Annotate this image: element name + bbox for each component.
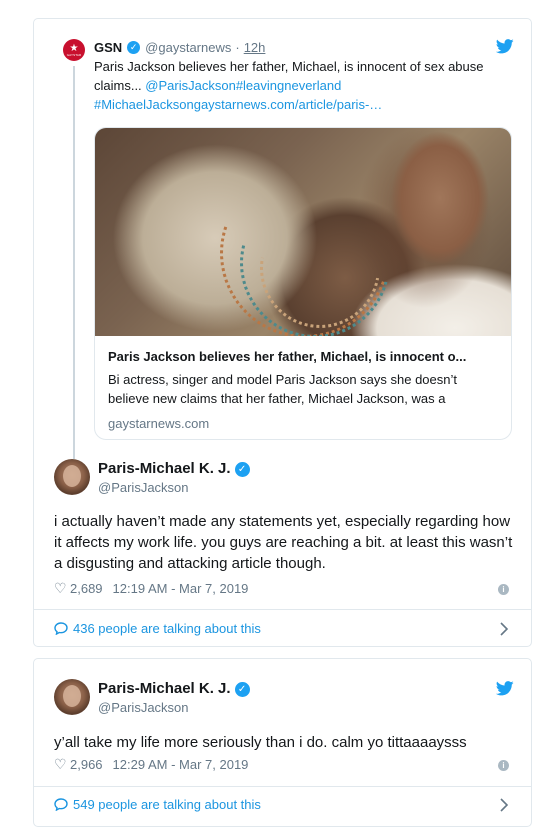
star-icon: ★ — [69, 42, 79, 54]
tweet1-meta: ♡ 2,689 12:19 AM - Mar 7, 2019 — [54, 580, 248, 597]
author-name[interactable]: Paris-Michael K. J. — [98, 680, 231, 698]
conversation-link[interactable]: 549 people are talking about this — [54, 797, 261, 812]
tweet-embed-card-1: ★ GAYSTAR GSN ✓ @gaystarnews · 12h Paris… — [33, 18, 532, 647]
hashtag-link-1[interactable]: #leavingneverland — [236, 78, 342, 93]
heart-icon[interactable]: ♡ — [54, 756, 68, 773]
tweet2-meta: ♡ 2,966 12:29 AM - Mar 7, 2019 — [54, 756, 248, 773]
quoted-tweet-text: Paris Jackson believes her father, Micha… — [94, 57, 494, 114]
quoted-author-handle[interactable]: @gaystarnews — [145, 40, 231, 55]
verified-badge-icon: ✓ — [234, 461, 250, 477]
tweet-timestamp[interactable]: 12:19 AM - Mar 7, 2019 — [113, 581, 249, 596]
link-card-title: Paris Jackson believes her father, Micha… — [108, 349, 467, 364]
gsn-logo-text: GAYSTAR — [66, 52, 82, 57]
tweet2-author: Paris-Michael K. J. ✓ @ParisJackson — [98, 680, 250, 716]
author-handle[interactable]: @ParisJackson — [98, 700, 250, 716]
author-name-row: Paris-Michael K. J. ✓ — [98, 460, 250, 478]
talking-count: 549 people are talking about this — [73, 797, 261, 812]
quoted-tweet-header: GSN ✓ @gaystarnews · 12h — [94, 39, 265, 55]
tweet-embed-card-2: Paris-Michael K. J. ✓ @ParisJackson y’al… — [33, 658, 532, 827]
avatar[interactable] — [54, 679, 90, 715]
author-handle[interactable]: @ParisJackson — [98, 480, 250, 496]
author-name[interactable]: Paris-Michael K. J. — [98, 460, 231, 478]
thread-connector-line — [73, 66, 75, 459]
article-url-link[interactable]: gaystarnews.com/article/paris-… — [194, 97, 383, 112]
tweet-timestamp[interactable]: 12:29 AM - Mar 7, 2019 — [113, 757, 249, 772]
link-card-body: Paris Jackson believes her father, Micha… — [95, 336, 511, 433]
tweet2-text: y’all take my life more seriously than i… — [54, 734, 467, 751]
verified-badge-icon: ✓ — [127, 40, 141, 54]
heart-icon[interactable]: ♡ — [54, 580, 68, 597]
verified-badge-icon: ✓ — [234, 681, 250, 697]
speech-bubble-icon — [54, 798, 68, 811]
quoted-time[interactable]: 12h — [244, 40, 266, 55]
divider — [34, 786, 531, 787]
hashtag-link-2[interactable]: #MichaelJackson — [94, 97, 194, 112]
info-icon[interactable]: i — [498, 584, 509, 595]
twitter-bird-icon[interactable] — [496, 681, 514, 696]
link-card-domain: gaystarnews.com — [108, 416, 210, 431]
tweet1-text: i actually haven’t made any statements y… — [54, 513, 513, 572]
info-icon[interactable]: i — [498, 760, 509, 771]
quoted-author-name[interactable]: GSN — [94, 40, 122, 55]
chevron-right-icon[interactable] — [499, 798, 509, 812]
author-name-row: Paris-Michael K. J. ✓ — [98, 680, 250, 698]
link-card-description: Bi actress, singer and model Paris Jacks… — [108, 372, 458, 406]
chevron-right-icon[interactable] — [499, 622, 509, 636]
twitter-bird-icon[interactable] — [496, 39, 514, 54]
mention-link[interactable]: @ParisJackson — [145, 78, 236, 93]
article-photo — [95, 128, 511, 336]
conversation-link[interactable]: 436 people are talking about this — [54, 621, 261, 636]
avatar[interactable] — [54, 459, 90, 495]
tweet1-author: Paris-Michael K. J. ✓ @ParisJackson — [98, 460, 250, 496]
divider — [34, 609, 531, 610]
gsn-avatar[interactable]: ★ GAYSTAR — [63, 39, 85, 61]
dot-separator: · — [235, 39, 240, 55]
like-count[interactable]: 2,966 — [70, 757, 103, 772]
talking-count: 436 people are talking about this — [73, 621, 261, 636]
like-count[interactable]: 2,689 — [70, 581, 103, 596]
article-link-card[interactable]: Paris Jackson believes her father, Micha… — [94, 127, 512, 440]
speech-bubble-icon — [54, 622, 68, 635]
